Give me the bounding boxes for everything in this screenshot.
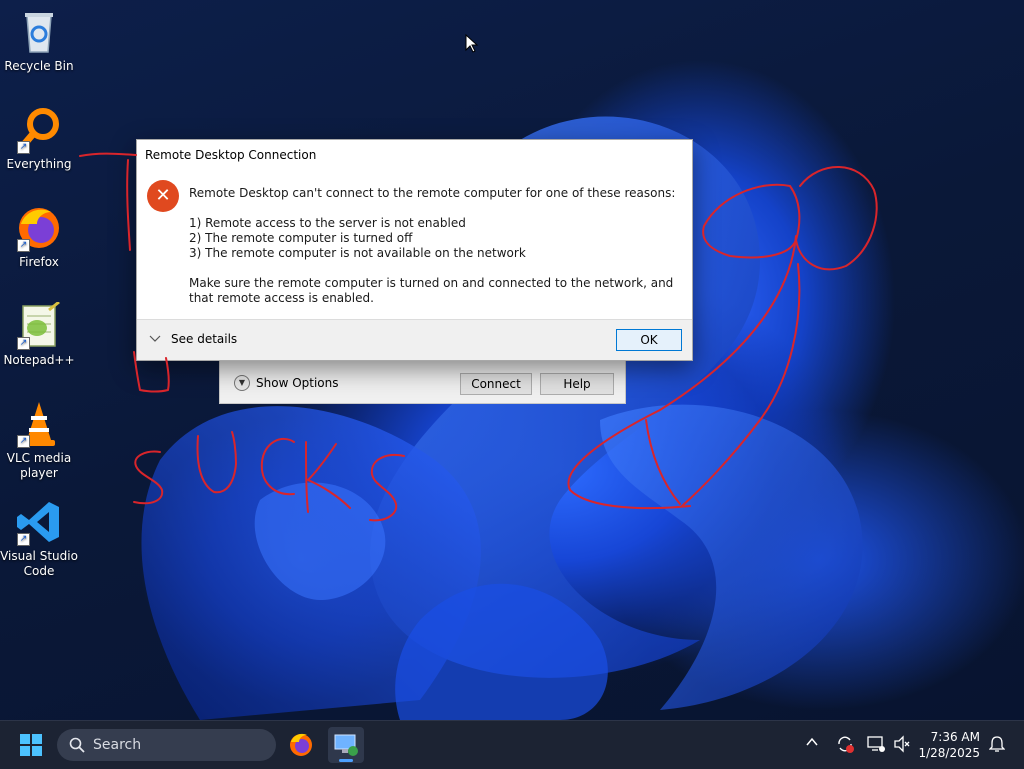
dialog-footer: See details OK (137, 319, 692, 360)
taskbar-clock[interactable]: 7:36 AM 1/28/2025 (918, 729, 980, 761)
desktop-icon-firefox[interactable]: ↗ Firefox (0, 204, 78, 270)
reason-item: 1) Remote access to the server is not en… (189, 216, 466, 230)
mouse-cursor-icon (465, 34, 479, 53)
notepadpp-icon: ↗ (15, 300, 63, 350)
shortcut-arrow-icon: ↗ (17, 337, 30, 350)
error-advice: Make sure the remote computer is turned … (189, 276, 674, 305)
error-heading: Remote Desktop can't connect to the remo… (189, 186, 676, 200)
shortcut-arrow-icon: ↗ (17, 435, 30, 448)
taskbar: Search 7:36 AM 1/28/2025 (0, 720, 1024, 769)
desktop-icon-vscode[interactable]: ↗ Visual Studio Code (0, 498, 78, 579)
show-hidden-icons-button[interactable] (805, 735, 819, 753)
desktop-icon-vlc[interactable]: ↗ VLC media player (0, 400, 78, 481)
show-options-toggle[interactable]: ▼ Show Options (234, 375, 339, 391)
taskbar-app-firefox[interactable] (283, 727, 319, 763)
desktop-icon-recycle-bin[interactable]: Recycle Bin (0, 8, 78, 74)
chevron-down-icon (149, 335, 161, 342)
error-icon: ✕ (147, 180, 179, 212)
connect-button[interactable]: Connect (460, 373, 532, 395)
firefox-icon (290, 733, 312, 756)
vlc-cone-icon: ↗ (15, 400, 63, 448)
chevron-up-icon (806, 737, 818, 746)
start-button[interactable] (20, 734, 42, 756)
search-icon (69, 737, 85, 753)
shortcut-arrow-icon: ↗ (17, 141, 30, 154)
help-button[interactable]: Help (540, 373, 614, 395)
taskbar-search-box[interactable]: Search (57, 729, 276, 761)
see-details-toggle[interactable]: See details (149, 332, 237, 346)
remote-desktop-icon (334, 734, 358, 756)
desktop-icon-label: Notepad++ (3, 353, 75, 367)
vscode-icon: ↗ (15, 498, 63, 546)
tray-volume-button[interactable] (893, 735, 911, 757)
sync-alert-icon (838, 736, 854, 753)
desktop-icon-label: Everything (6, 157, 72, 171)
firefox-icon: ↗ (15, 204, 63, 252)
active-indicator (339, 759, 353, 762)
error-dialog: Remote Desktop Connection ✕ Remote Deskt… (136, 139, 693, 361)
clock-date: 1/28/2025 (918, 746, 980, 760)
desktop-icon-label: Firefox (19, 255, 59, 269)
desktop-icon-label: Visual Studio Code (0, 549, 78, 578)
chevron-down-icon: ▼ (234, 375, 250, 391)
desktop-icon-everything[interactable]: ↗ Everything (0, 106, 78, 172)
ok-button[interactable]: OK (616, 329, 682, 351)
tray-sync-icon-button[interactable] (836, 735, 854, 757)
recycle-bin-icon (15, 8, 63, 56)
shortcut-arrow-icon: ↗ (17, 239, 30, 252)
show-options-label: Show Options (256, 376, 339, 390)
clock-time: 7:36 AM (930, 730, 980, 744)
reason-item: 3) The remote computer is not available … (189, 246, 526, 260)
magnifier-icon: ↗ (15, 106, 63, 154)
network-icon (867, 736, 885, 752)
dialog-title: Remote Desktop Connection (145, 148, 317, 162)
taskbar-app-remote-desktop[interactable] (328, 727, 364, 763)
volume-muted-icon (894, 735, 910, 753)
bell-icon (988, 736, 1006, 752)
desktop-icon-notepadpp[interactable]: ↗ Notepad++ (0, 300, 78, 368)
shortcut-arrow-icon: ↗ (17, 533, 30, 546)
see-details-label: See details (171, 332, 238, 346)
search-placeholder: Search (93, 737, 142, 753)
rdp-connection-window: ▼ Show Options Connect Help (219, 356, 626, 404)
reason-item: 2) The remote computer is turned off (189, 231, 413, 245)
desktop-icon-label: VLC media player (6, 451, 72, 480)
desktop-icon-label: Recycle Bin (4, 59, 74, 73)
desktop: Recycle Bin ↗ Everything ↗ Firefox ↗ Not… (0, 0, 1024, 720)
notifications-button[interactable] (988, 735, 1006, 757)
windows-logo-icon (20, 734, 42, 756)
error-message: Remote Desktop can't connect to the remo… (189, 186, 684, 306)
tray-network-button[interactable] (867, 735, 885, 757)
